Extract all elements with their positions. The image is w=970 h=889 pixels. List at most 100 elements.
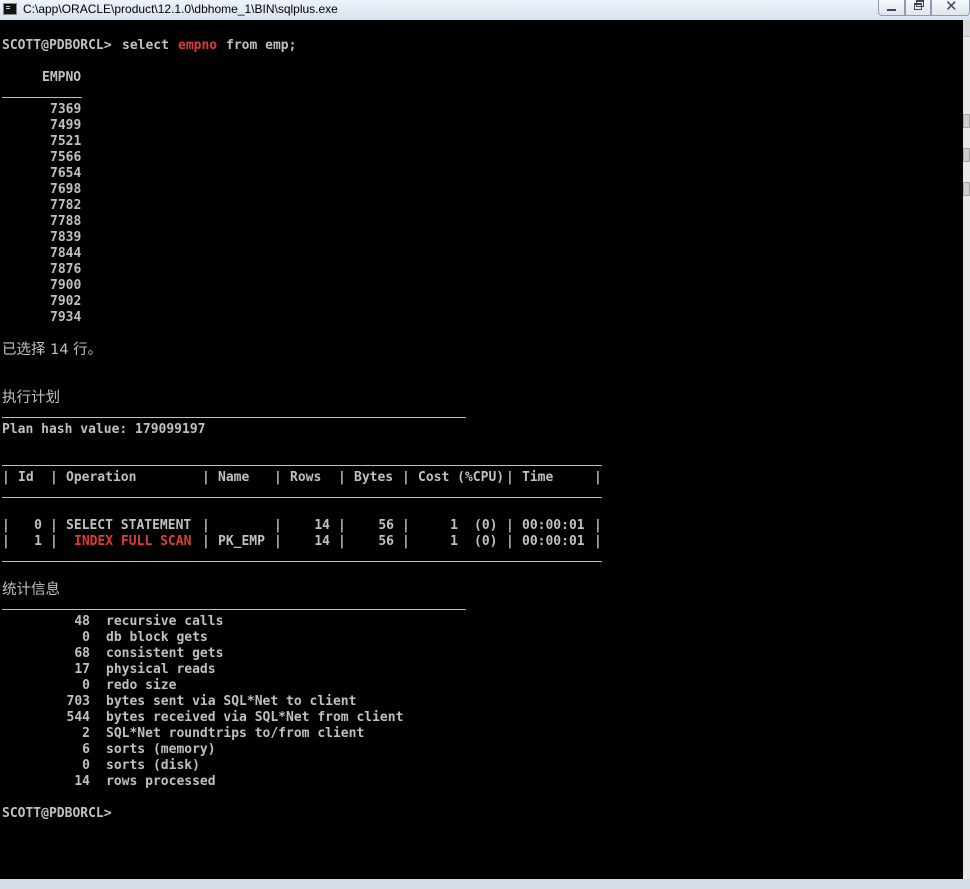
plan-table-divider: | xyxy=(274,534,282,549)
stat-value: 0 xyxy=(82,630,90,645)
plan-heading-rule xyxy=(2,406,466,422)
result-row: 7844 xyxy=(50,246,82,261)
stat-label: SQL*Net roundtrips to/from client xyxy=(106,726,365,741)
query-column-highlight: empno xyxy=(178,38,218,53)
query-from-clause: from emp; xyxy=(226,38,297,53)
window-bottom-frame xyxy=(0,879,970,889)
result-row: 7934 xyxy=(50,310,82,325)
stat-value: 0 xyxy=(82,758,90,773)
plan-table-divider: | xyxy=(402,470,410,485)
maximize-button[interactable] xyxy=(905,0,931,16)
plan-col-cost: Cost (%CPU) xyxy=(418,470,505,485)
sql-prompt: SCOTT@PDBORCL> xyxy=(2,806,112,821)
plan-row-cost: 1 xyxy=(450,518,458,533)
plan-table-divider: | xyxy=(274,470,282,485)
plan-row-name: PK_EMP xyxy=(218,534,265,549)
plan-col-bytes: Bytes xyxy=(354,470,394,485)
plan-table-divider: | xyxy=(50,534,58,549)
plan-row-id: 0 xyxy=(34,518,42,533)
result-row: 7521 xyxy=(50,134,82,149)
plan-table-divider: | xyxy=(594,470,602,485)
vertical-scrollbar[interactable] xyxy=(963,20,970,879)
plan-row-time: 00:00:01 xyxy=(522,534,585,549)
minimize-button[interactable] xyxy=(878,0,905,16)
result-row: 7782 xyxy=(50,198,82,213)
plan-hash-value: Plan hash value: 179099197 xyxy=(2,422,206,437)
stat-label: bytes sent via SQL*Net to client xyxy=(106,694,357,709)
stat-label: bytes received via SQL*Net from client xyxy=(106,710,404,725)
plan-table-divider: | xyxy=(202,518,210,533)
stat-label: rows processed xyxy=(106,774,216,789)
result-row: 7369 xyxy=(50,102,82,117)
plan-row-rows: 14 xyxy=(314,534,330,549)
result-row: 7839 xyxy=(50,230,82,245)
result-row: 7900 xyxy=(50,278,82,293)
result-row: 7654 xyxy=(50,166,82,181)
plan-table-divider: | xyxy=(594,534,602,549)
result-column-header: EMPNO xyxy=(42,70,82,85)
plan-row-name xyxy=(218,518,266,534)
scroll-thumb[interactable] xyxy=(963,148,970,162)
plan-table-divider: | xyxy=(506,534,514,549)
plan-col-id: Id xyxy=(18,470,34,485)
sqlplus-window: C:\app\ORACLE\product\12.1.0\dbhome_1\BI… xyxy=(0,0,970,889)
plan-table-divider: | xyxy=(50,470,58,485)
scroll-up-arrow[interactable] xyxy=(963,20,970,37)
plan-row-bytes: 56 xyxy=(378,534,394,549)
title-bar[interactable]: C:\app\ORACLE\product\12.1.0\dbhome_1\BI… xyxy=(0,0,970,20)
stat-value: 6 xyxy=(82,742,90,757)
plan-row-id: 1 xyxy=(34,534,42,549)
result-row: 7566 xyxy=(50,150,82,165)
plan-col-rows: Rows xyxy=(290,470,322,485)
plan-heading: 执行计划 xyxy=(2,390,60,406)
plan-table-divider: | xyxy=(338,534,346,549)
rows-selected-summary: 已选择 14 行。 xyxy=(2,342,103,358)
plan-row-cpu: (0) xyxy=(474,518,498,533)
result-header-rule xyxy=(2,86,82,102)
stat-label: sorts (memory) xyxy=(106,742,216,757)
stat-label: consistent gets xyxy=(106,646,224,661)
restore-icon xyxy=(914,0,924,10)
plan-row-time: 00:00:01 xyxy=(522,518,585,533)
stat-label: physical reads xyxy=(106,662,216,677)
query-select-keyword: select xyxy=(122,38,169,53)
plan-table-divider: | xyxy=(506,518,514,533)
plan-row-bytes: 56 xyxy=(378,518,394,533)
stat-label: redo size xyxy=(106,678,177,693)
result-row: 7902 xyxy=(50,294,82,309)
plan-table-divider: | xyxy=(50,518,58,533)
console-app-icon xyxy=(3,3,17,15)
stat-label: db block gets xyxy=(106,630,208,645)
close-button[interactable]: ✕ xyxy=(931,0,970,16)
sql-prompt: SCOTT@PDBORCL> xyxy=(2,38,112,53)
window-title: C:\app\ORACLE\product\12.1.0\dbhome_1\BI… xyxy=(23,2,338,16)
plan-col-time: Time xyxy=(522,470,554,485)
plan-row-cost: 1 xyxy=(450,534,458,549)
result-row: 7788 xyxy=(50,214,82,229)
plan-table-rule xyxy=(2,550,602,566)
minimize-icon xyxy=(887,9,896,11)
plan-table-divider: | xyxy=(338,518,346,533)
stat-value: 703 xyxy=(66,694,90,709)
stats-heading-rule xyxy=(2,598,466,614)
plan-table-divider: | xyxy=(2,534,10,549)
scroll-thumb[interactable] xyxy=(963,114,970,128)
plan-table-divider: | xyxy=(338,470,346,485)
stats-heading: 统计信息 xyxy=(2,582,60,598)
scroll-thumb[interactable] xyxy=(963,182,970,196)
plan-table-divider: | xyxy=(274,518,282,533)
result-row: 7876 xyxy=(50,262,82,277)
plan-row-operation: SELECT STATEMENT xyxy=(66,518,192,533)
plan-row-operation-highlight: INDEX FULL SCAN xyxy=(74,534,192,549)
plan-table-divider: | xyxy=(402,534,410,549)
plan-row-cpu: (0) xyxy=(474,534,498,549)
plan-table-rule xyxy=(2,454,602,470)
stat-value: 48 xyxy=(74,614,90,629)
plan-table-divider: | xyxy=(2,470,10,485)
stat-value: 0 xyxy=(82,678,90,693)
stat-value: 17 xyxy=(74,662,90,677)
plan-table-divider: | xyxy=(202,470,210,485)
console-text-grid: SCOTT@PDBORCL> select empno from emp; EM… xyxy=(2,22,626,822)
stat-value: 68 xyxy=(74,646,90,661)
plan-table-divider: | xyxy=(594,518,602,533)
